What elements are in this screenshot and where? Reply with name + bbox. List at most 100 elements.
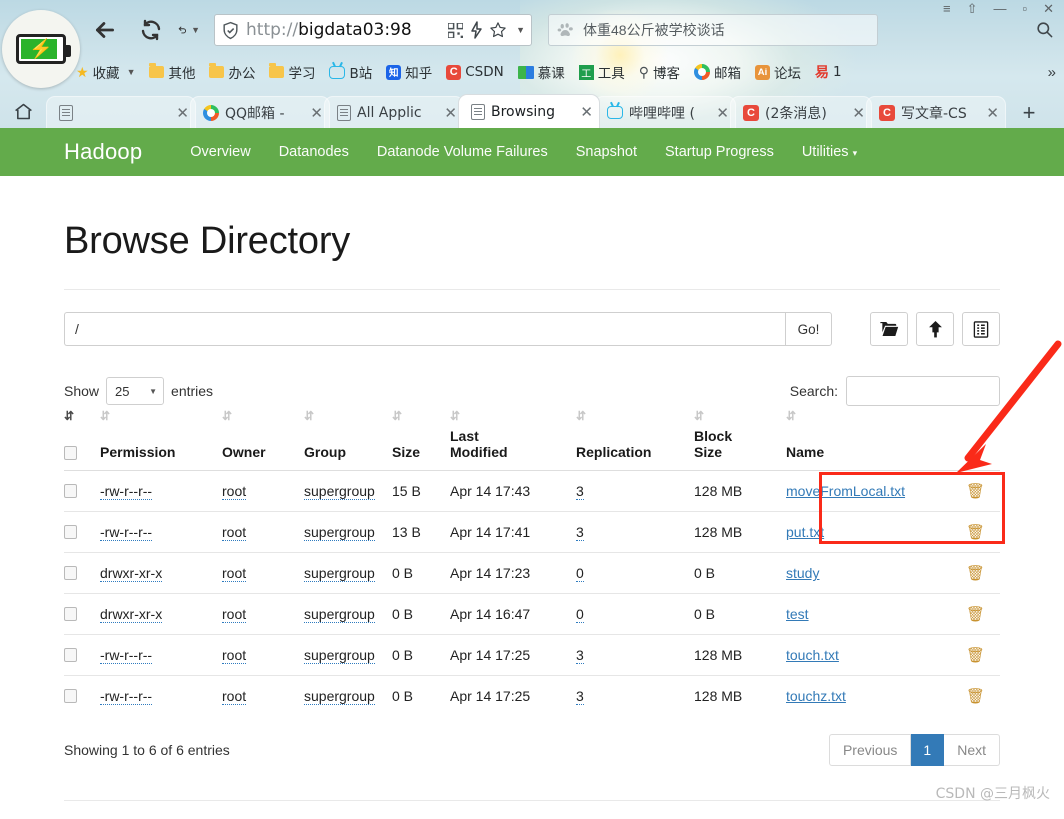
tab-qqmail[interactable]: QQ邮箱 - ✕ <box>190 96 330 128</box>
reload-button[interactable] <box>136 18 166 42</box>
new-folder-icon[interactable] <box>870 312 908 346</box>
sort-icon[interactable]: ⇵ <box>786 409 796 424</box>
col-permission[interactable]: ⇵ Permission <box>100 409 222 471</box>
sort-icon[interactable]: ⇵ <box>450 409 460 424</box>
bookmark-mail[interactable]: 邮箱 <box>694 62 741 82</box>
sort-icon[interactable]: ⇵ <box>64 409 74 424</box>
owner-value[interactable]: root <box>222 647 247 665</box>
tab-blank[interactable]: ✕ <box>46 96 196 128</box>
tab-close-icon[interactable]: ✕ <box>986 104 999 122</box>
tab-close-icon[interactable]: ✕ <box>310 104 323 122</box>
sort-icon[interactable]: ⇵ <box>222 409 232 424</box>
permission-value[interactable]: -rw-r--r-- <box>100 647 153 665</box>
bookmark-office[interactable]: 办公 <box>209 62 255 82</box>
trash-icon[interactable]: 🗑 <box>966 564 985 582</box>
col-group[interactable]: ⇵ Group <box>304 409 392 471</box>
sort-icon[interactable]: ⇵ <box>392 409 402 424</box>
tab-csdn-messages[interactable]: C (2条消息) ✕ <box>730 96 872 128</box>
trash-icon[interactable]: 🗑 <box>966 523 985 541</box>
close-window-icon[interactable]: ✕ <box>1043 2 1054 15</box>
cut-paste-icon[interactable] <box>962 312 1000 346</box>
minimize-icon[interactable]: — <box>993 2 1006 15</box>
pagination-previous[interactable]: Previous <box>828 734 912 767</box>
sort-icon[interactable]: ⇵ <box>694 409 704 424</box>
replication-value[interactable]: 0 <box>576 565 584 583</box>
owner-value[interactable]: root <box>222 483 247 501</box>
sort-icon[interactable]: ⇵ <box>304 409 314 424</box>
bookmark-zhihu[interactable]: 知 知乎 <box>386 62 432 82</box>
trash-icon[interactable]: 🗑 <box>966 646 985 664</box>
row-select-cell[interactable] <box>64 634 100 676</box>
pagination-page-1[interactable]: 1 <box>911 734 945 767</box>
col-owner[interactable]: ⇵ Owner <box>222 409 304 471</box>
pagination-next[interactable]: Next <box>944 734 1000 767</box>
table-row[interactable]: drwxr-xr-x root supergroup 0 B Apr 14 17:23 0… <box>64 552 1000 594</box>
col-select-all[interactable]: ⇵ <box>64 409 100 471</box>
home-icon[interactable] <box>0 94 46 128</box>
bookmark-yi[interactable]: 易 1 <box>815 62 842 82</box>
permission-value[interactable]: -rw-r--r-- <box>100 524 153 542</box>
permission-value[interactable]: drwxr-xr-x <box>100 565 163 583</box>
row-select-cell[interactable] <box>64 593 100 635</box>
nav-snapshot[interactable]: Snapshot <box>562 144 651 160</box>
sort-icon[interactable]: ⇵ <box>576 409 586 424</box>
tab-browsing[interactable]: Browsing ✕ <box>458 94 600 128</box>
row-checkbox[interactable] <box>64 484 77 499</box>
bookmark-other[interactable]: 其他 <box>149 62 195 82</box>
owner-value[interactable]: root <box>222 688 247 706</box>
trash-icon[interactable]: 🗑 <box>966 687 985 705</box>
file-link[interactable]: moveFromLocal.txt <box>786 483 905 499</box>
search-input[interactable] <box>846 376 1000 406</box>
col-last-modified[interactable]: ⇵ Last Modified <box>450 409 576 471</box>
select-all-checkbox[interactable] <box>64 446 77 461</box>
owner-value[interactable]: root <box>222 565 247 583</box>
maximize-icon[interactable]: ▫ <box>1022 2 1027 15</box>
nav-datanodes[interactable]: Datanodes <box>265 144 363 160</box>
bookmark-blog[interactable]: ⚲ 博客 <box>639 62 680 83</box>
qr-code-icon[interactable] <box>448 22 464 38</box>
tab-all-applications[interactable]: All Applic ✕ <box>324 96 464 128</box>
file-link[interactable]: study <box>786 565 819 581</box>
bookmark-star-icon[interactable] <box>489 21 507 39</box>
new-tab-button[interactable]: + <box>1012 98 1046 128</box>
table-row[interactable]: -rw-r--r-- root supergroup 15 B Apr 14 17:43… <box>64 470 1000 512</box>
upload-icon[interactable] <box>916 312 954 346</box>
col-name[interactable]: ⇵ Name <box>786 409 966 471</box>
tab-close-icon[interactable]: ✕ <box>852 104 865 122</box>
hadoop-brand[interactable]: Hadoop <box>64 139 142 165</box>
owner-value[interactable]: root <box>222 524 247 542</box>
row-select-cell[interactable] <box>64 511 100 553</box>
permission-value[interactable]: -rw-r--r-- <box>100 688 153 706</box>
owner-value[interactable]: root <box>222 606 247 624</box>
row-checkbox[interactable] <box>64 689 77 704</box>
row-checkbox[interactable] <box>64 525 77 540</box>
tab-close-icon[interactable]: ✕ <box>176 104 189 122</box>
row-select-cell[interactable] <box>64 675 100 717</box>
history-button[interactable]: ▼ <box>178 19 200 41</box>
bookmarks-overflow-icon[interactable]: » <box>1048 64 1056 81</box>
menu-icon[interactable]: ≡ <box>943 2 951 15</box>
bookmark-bilibili[interactable]: B站 <box>329 62 372 82</box>
bookmark-favorites[interactable]: ★ 收藏 ▼ <box>76 62 135 83</box>
group-value[interactable]: supergroup <box>304 647 375 665</box>
col-size[interactable]: ⇵ Size <box>392 409 450 471</box>
table-row[interactable]: -rw-r--r-- root supergroup 13 B Apr 14 17:41… <box>64 511 1000 553</box>
page-search-icon[interactable] <box>1035 20 1054 45</box>
page-length-select[interactable]: 25 ▼ <box>106 377 165 405</box>
url-dropdown-caret-icon[interactable]: ▼ <box>516 25 525 35</box>
group-value[interactable]: supergroup <box>304 688 375 706</box>
replication-value[interactable]: 0 <box>576 606 584 624</box>
bookmark-mooc[interactable]: 慕课 <box>517 62 565 82</box>
table-row[interactable]: -rw-r--r-- root supergroup 0 B Apr 14 17:25 3… <box>64 675 1000 717</box>
trash-icon[interactable]: 🗑 <box>966 605 985 623</box>
url-bar[interactable]: http://bigdata03:98 ▼ <box>214 14 532 46</box>
permission-value[interactable]: -rw-r--r-- <box>100 483 153 501</box>
row-checkbox[interactable] <box>64 566 77 581</box>
replication-value[interactable]: 3 <box>576 647 584 665</box>
table-row[interactable]: drwxr-xr-x root supergroup 0 B Apr 14 16:47 0… <box>64 593 1000 635</box>
skin-icon[interactable]: ⇧ <box>967 2 978 15</box>
sort-icon[interactable]: ⇵ <box>100 409 110 424</box>
replication-value[interactable]: 3 <box>576 688 584 706</box>
row-select-cell[interactable] <box>64 470 100 512</box>
bookmark-study[interactable]: 学习 <box>269 62 315 82</box>
